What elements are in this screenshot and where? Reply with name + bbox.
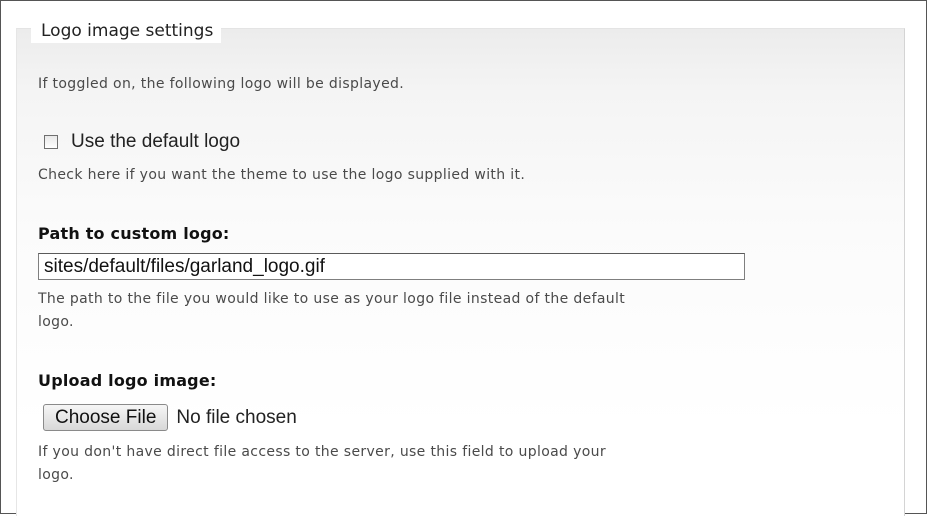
custom-logo-path-description-line2: logo. [38, 314, 74, 330]
custom-logo-path-input[interactable] [38, 253, 745, 280]
default-logo-checkbox[interactable] [44, 135, 58, 149]
fieldset-intro-text: If toggled on, the following logo will b… [38, 76, 405, 92]
upload-description-line2: logo. [38, 467, 74, 483]
fieldset-legend: Logo image settings [31, 19, 222, 43]
custom-logo-path-description-line1: The path to the file you would like to u… [38, 291, 626, 307]
choose-file-button[interactable]: Choose File [43, 404, 169, 431]
default-logo-option[interactable]: Use the default logo [44, 131, 240, 153]
settings-panel: Logo image settings If toggled on, the f… [0, 0, 927, 516]
file-upload-control: Choose File No file chosen [43, 404, 297, 431]
custom-logo-path-label: Path to custom logo: [38, 224, 230, 243]
default-logo-description: Check here if you want the theme to use … [38, 167, 526, 183]
upload-description-line1: If you don't have direct file access to … [38, 444, 606, 460]
upload-logo-label: Upload logo image: [38, 371, 217, 390]
file-status-text: No file chosen [176, 406, 297, 428]
default-logo-label[interactable]: Use the default logo [71, 131, 240, 153]
